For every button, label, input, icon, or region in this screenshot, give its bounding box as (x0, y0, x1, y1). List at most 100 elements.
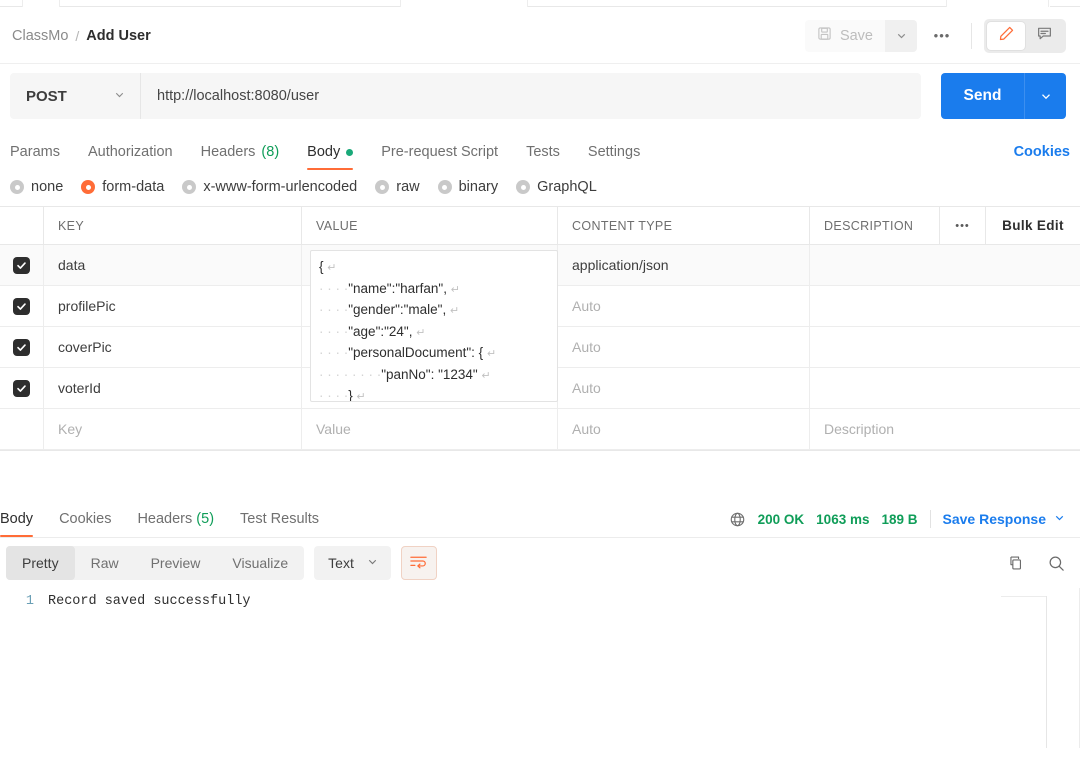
row-description[interactable] (810, 327, 940, 367)
response-header: Body Cookies Headers (5) Test Results 20… (0, 496, 1080, 538)
tab-body[interactable]: Body (293, 144, 367, 170)
header-divider (971, 22, 972, 49)
new-row-key-input[interactable]: Key (44, 409, 302, 449)
row-checkbox[interactable] (13, 256, 30, 274)
response-tools (1006, 554, 1066, 573)
edit-mode-button[interactable] (987, 21, 1025, 50)
response-scrollbar[interactable] (1046, 596, 1047, 748)
send-options-chevron-down-icon[interactable] (1024, 73, 1066, 119)
request-more-options-button[interactable]: ••• (925, 20, 959, 52)
row-key[interactable]: data (44, 245, 302, 285)
breadcrumb-separator: / (75, 27, 80, 44)
comment-mode-button[interactable] (1025, 22, 1063, 50)
response-format-value: Text (328, 555, 354, 571)
body-type-form-data[interactable]: form-data (81, 179, 174, 195)
response-tab-body[interactable]: Body (0, 511, 46, 537)
row-description[interactable] (810, 245, 940, 285)
tab-headers-count: (8) (261, 144, 280, 160)
row-key[interactable]: coverPic (44, 327, 302, 367)
tab-pre-request-script[interactable]: Pre-request Script (367, 144, 512, 170)
return-glyph: ↵ (416, 326, 426, 339)
response-view-mode-group: Pretty Raw Preview Visualize (6, 546, 305, 580)
row-content-type[interactable]: Auto (558, 286, 810, 326)
view-mode-visualize[interactable]: Visualize (216, 546, 304, 580)
table-options-button[interactable]: ••• (940, 207, 986, 244)
return-glyph: ↵ (449, 305, 460, 317)
line-number: 1 (25, 594, 34, 609)
view-mode-raw[interactable]: Raw (75, 546, 135, 580)
save-response-chevron-down-icon (1053, 511, 1066, 527)
row-key[interactable]: profilePic (44, 286, 302, 326)
response-format-select[interactable]: Text (314, 546, 391, 580)
breadcrumb-request-name[interactable]: Add User (86, 28, 150, 44)
row-key[interactable]: voterId (44, 368, 302, 408)
tab-authorization[interactable]: Authorization (74, 144, 187, 170)
row-content-type[interactable]: Auto (558, 368, 810, 408)
radio-icon (437, 180, 452, 194)
body-type-urlencoded[interactable]: x-www-form-urlencoded (182, 179, 367, 195)
json-value-editor[interactable]: { ↵ · · · ·"name":"harfan", ↵ · · · ·"ge… (310, 250, 558, 402)
row-checkbox[interactable] (13, 297, 30, 315)
column-header-content-type: CONTENT TYPE (558, 207, 810, 244)
breadcrumb-collection[interactable]: ClassMo (12, 28, 68, 44)
json-line: · · · ·"personalDocument": { ↵ (319, 345, 497, 360)
column-header-key: KEY (44, 207, 302, 244)
return-glyph: ↵ (486, 348, 497, 360)
row-description[interactable] (810, 286, 940, 326)
row-tail (940, 409, 1080, 449)
new-row-description-input[interactable]: Description (810, 409, 940, 449)
tab-params[interactable]: Params (10, 144, 74, 170)
body-type-graphql[interactable]: GraphQL (516, 179, 607, 195)
save-options-chevron-down-icon[interactable] (885, 19, 917, 52)
row-description[interactable] (810, 368, 940, 408)
response-tab-headers[interactable]: Headers (5) (124, 511, 227, 537)
body-type-none[interactable]: none (10, 179, 73, 195)
body-type-raw[interactable]: raw (375, 179, 429, 195)
row-content-type[interactable]: Auto (558, 327, 810, 367)
row-checkbox[interactable] (13, 338, 30, 356)
url-input[interactable]: http://localhost:8080/user (141, 73, 921, 119)
tab-authorization-label: Authorization (87, 144, 173, 160)
body-type-binary[interactable]: binary (437, 179, 509, 195)
view-mode-pretty[interactable]: Pretty (6, 546, 75, 580)
view-mode-group (984, 18, 1066, 53)
view-mode-preview[interactable]: Preview (135, 546, 217, 580)
tab-headers[interactable]: Headers (8) (187, 144, 294, 170)
row-content-type[interactable]: application/json (558, 245, 810, 285)
copy-icon[interactable] (1006, 554, 1025, 573)
save-disk-icon (817, 26, 832, 45)
tab-tests-label: Tests (526, 144, 560, 160)
response-body-viewer: 1 Record saved successfully (0, 588, 1080, 748)
bulk-edit-button[interactable]: Bulk Edit (986, 207, 1080, 244)
cookies-link[interactable]: Cookies (1014, 144, 1070, 170)
row-tail (940, 286, 1080, 326)
row-checkbox[interactable] (13, 379, 30, 397)
response-tab-cookies-label: Cookies (59, 511, 112, 527)
response-toolbar: Pretty Raw Preview Visualize Text (0, 538, 1080, 588)
http-method-select[interactable]: POST (10, 73, 141, 119)
save-button[interactable]: Save (804, 19, 885, 52)
tab-settings[interactable]: Settings (574, 144, 654, 170)
row-tail (940, 327, 1080, 367)
row-checkbox-cell (0, 368, 44, 408)
new-row-value-input[interactable]: Value (302, 409, 558, 449)
new-row-content-type[interactable]: Auto (558, 409, 810, 449)
save-button-label: Save (839, 27, 873, 44)
save-response-button[interactable]: Save Response (943, 511, 1067, 527)
json-line: · · · · · · · ·"panNo": "1234" ↵ (319, 366, 491, 382)
postman-window: ClassMo / Add User Save ••• POST http://… (0, 0, 1080, 778)
tab-headers-label: Headers (200, 144, 256, 160)
search-icon[interactable] (1047, 554, 1066, 573)
row-checkbox-cell (0, 327, 44, 367)
header-actions: Save ••• (804, 18, 1066, 53)
response-tab-cookies[interactable]: Cookies (46, 511, 124, 537)
response-tab-test-results[interactable]: Test Results (227, 511, 332, 537)
request-header-bar: ClassMo / Add User Save ••• (0, 8, 1080, 64)
send-button[interactable]: Send (941, 73, 1024, 119)
format-chevron-down-icon (366, 555, 379, 571)
response-tab-headers-count: (5) (196, 511, 215, 527)
globe-icon (729, 511, 746, 528)
tab-tests[interactable]: Tests (512, 144, 574, 170)
method-chevron-down-icon (113, 88, 126, 105)
word-wrap-toggle[interactable] (400, 546, 437, 580)
